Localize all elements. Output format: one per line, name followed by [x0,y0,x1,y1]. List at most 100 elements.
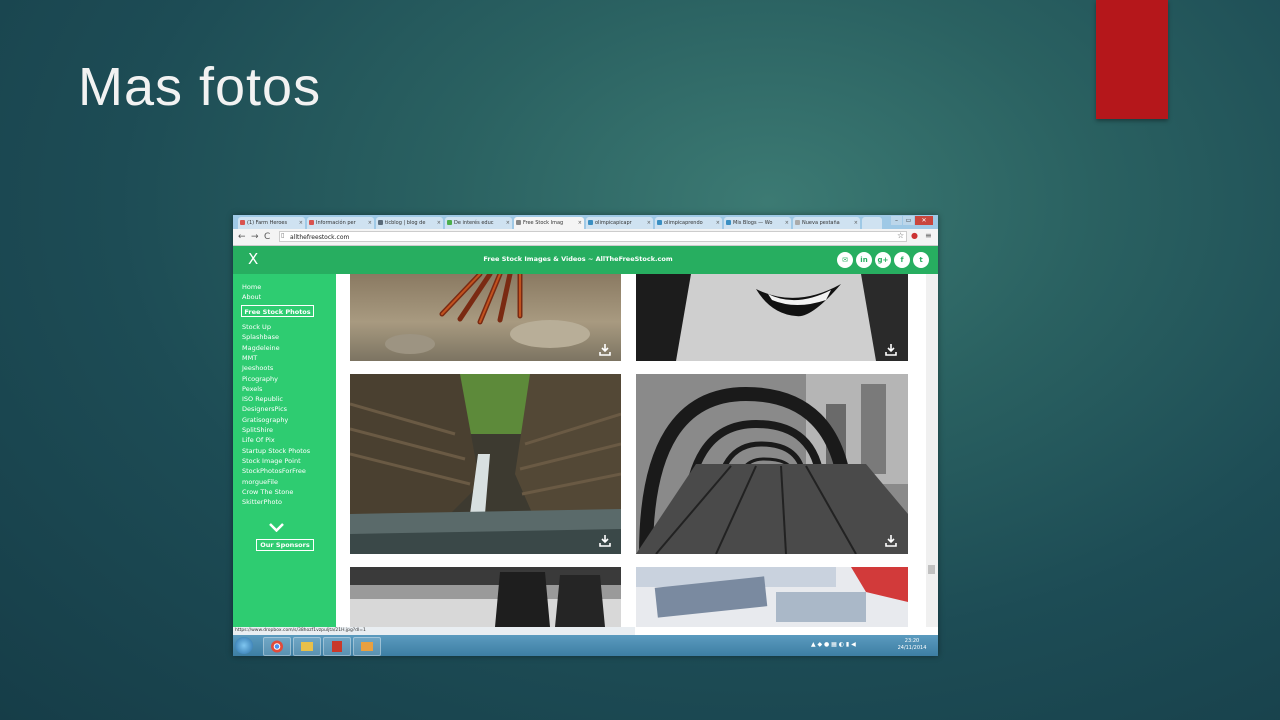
bookmark-star-icon[interactable]: ☆ [897,231,904,240]
new-tab-button[interactable] [862,217,882,229]
sidebar-link[interactable]: StockPhotosForFree [242,467,306,475]
googleplus-icon[interactable]: g+ [875,252,891,268]
sidebar-link[interactable]: Home [242,283,261,291]
tab-favicon-icon [726,220,731,225]
forward-icon[interactable]: → [251,231,259,243]
tab-label: Nueva pestaña [802,220,840,226]
browser-tab[interactable]: olimpicapicapr × [586,217,653,229]
explorer-taskbar-icon[interactable] [293,637,321,656]
facebook-icon[interactable]: f [894,252,910,268]
minimize-icon[interactable]: – [891,216,902,225]
twitter-icon[interactable]: t [913,252,929,268]
sidebar-link[interactable]: Magdeleine [242,344,280,352]
download-icon[interactable] [598,534,612,548]
photo-canyon[interactable] [350,374,621,554]
photo-men[interactable] [350,567,621,627]
tab-favicon-icon [378,220,383,225]
photo-desk[interactable] [636,567,908,627]
spider-image [385,274,590,354]
browser-tab[interactable]: Nueva pestaña × [793,217,860,229]
sidebar-link[interactable]: Startup Stock Photos [242,447,310,455]
sidebar-link[interactable]: Stock Image Point [242,457,301,465]
mail-icon[interactable]: ✉ [837,252,853,268]
tab-close-icon[interactable]: × [716,217,720,229]
tab-close-icon[interactable]: × [647,217,651,229]
sidebar-link[interactable]: SkitterPhoto [242,498,282,506]
page-scrollbar[interactable] [926,274,938,627]
our-sponsors-button[interactable]: Our Sponsors [256,539,314,551]
site-header: X Free Stock Images & Videos ~ AllTheFre… [233,246,938,274]
free-stock-photos-button[interactable]: Free Stock Photos [241,305,314,317]
browser-tab[interactable]: De interés educ × [445,217,512,229]
browser-tab[interactable]: Mis Blogs — Wo × [724,217,791,229]
tab-bar: – ▭ ✕ (1) Farm Heroes × Información per × ti… [233,215,938,229]
tab-label: De interés educ [454,220,494,226]
clock-time: 23:20 [904,638,920,644]
browser-tab[interactable]: Información per × [307,217,374,229]
tray-icons[interactable]: ▲ ◆ ● ▦ ◐ ▮ ◀ [811,641,856,648]
sidebar-link[interactable]: Pexels [242,385,262,393]
maximize-icon[interactable]: ▭ [903,216,914,225]
browser-tab[interactable]: (1) Farm Heroes × [238,217,305,229]
red-accent-tab [1096,0,1168,119]
tab-label: olimpicapicapr [595,220,632,226]
tab-label: ticblog | blog de [385,220,426,226]
download-icon[interactable] [884,534,898,548]
status-bar-url: https://www.dropbox.com/s/38hozf1vzpuljt… [233,627,635,635]
sidebar-link[interactable]: Jeeshoots [242,364,273,372]
tab-favicon-icon [795,220,800,225]
desk-image [636,567,908,627]
sidebar-link[interactable]: ISO Republic [242,395,283,403]
sidebar-link[interactable]: Splashbase [242,333,279,341]
sidebar-link[interactable]: Life Of Pix [242,436,275,444]
tab-close-icon[interactable]: × [506,217,510,229]
back-icon[interactable]: ← [238,231,246,243]
linkedin-icon[interactable]: in [856,252,872,268]
tab-close-icon[interactable]: × [437,217,441,229]
download-icon[interactable] [598,343,612,357]
windows-taskbar: ▲ ◆ ● ▦ ◐ ▮ ◀ 23:20 24/11/2014 [233,635,938,656]
sidebar-link[interactable]: Gratisography [242,416,288,424]
browser-tab[interactable]: olimpicaprendo × [655,217,722,229]
sidebar-link[interactable]: About [242,293,261,301]
reload-icon[interactable]: C [264,231,270,243]
bench-image [636,374,908,554]
browser-tab[interactable]: ticblog | blog de × [376,217,443,229]
tab-label: (1) Farm Heroes [247,220,288,226]
chrome-taskbar-icon[interactable] [263,637,291,656]
tab-close-icon[interactable]: × [368,217,372,229]
sidebar-link[interactable]: MMT [242,354,257,362]
extension-icon[interactable]: ● [911,231,918,240]
close-window-icon[interactable]: ✕ [915,216,933,225]
tab-favicon-icon [516,220,521,225]
start-button[interactable] [235,637,253,654]
tab-close-icon[interactable]: × [854,217,858,229]
tab-close-icon[interactable]: × [578,217,582,229]
photo-bench[interactable] [636,374,908,554]
photo-spider[interactable] [350,274,621,361]
canyon-image [350,374,621,554]
smile-image [636,274,908,361]
sidebar-link[interactable]: morgueFile [242,478,278,486]
close-menu-button[interactable]: X [248,250,258,268]
menu-icon[interactable]: ≡ [925,231,932,240]
sidebar-link[interactable]: DesignersPics [242,405,287,413]
browser-tab[interactable]: Free Stock Imag × [514,217,584,229]
tab-label: Free Stock Imag [523,220,564,226]
sidebar-link[interactable]: Crow The Stone [242,488,293,496]
clock-date: 24/11/2014 [897,645,927,651]
sidebar-link[interactable]: Stock Up [242,323,271,331]
sidebar: Free Stock Photos Our Sponsors Home About… [233,274,336,627]
tab-close-icon[interactable]: × [785,217,789,229]
chevron-down-icon[interactable] [269,523,284,532]
tab-close-icon[interactable]: × [299,217,303,229]
sidebar-link[interactable]: Picography [242,375,278,383]
photo-smile[interactable] [636,274,908,361]
url-input[interactable]: allthefreestock.com [279,231,907,242]
download-icon[interactable] [884,343,898,357]
photo-grid [336,274,926,627]
sidebar-link[interactable]: SplitShire [242,426,273,434]
scrollbar-thumb[interactable] [928,565,935,574]
powerpoint-taskbar-icon[interactable] [323,637,351,656]
photos-taskbar-icon[interactable] [353,637,381,656]
